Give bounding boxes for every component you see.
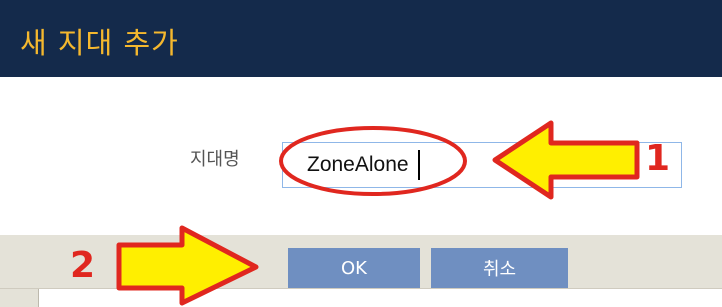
step-1-number: 1 — [645, 138, 671, 179]
cancel-button[interactable]: 취소 — [431, 248, 568, 288]
zone-name-label: 지대명 — [190, 149, 240, 170]
text-caret — [418, 150, 420, 180]
footer-panel — [38, 289, 722, 307]
dialog-titlebar: 새 지대 추가 — [0, 0, 722, 77]
step-2-number: 2 — [70, 245, 96, 286]
ok-button[interactable]: OK — [288, 248, 420, 288]
dialog-title: 새 지대 추가 — [20, 26, 179, 60]
zone-name-input[interactable] — [282, 142, 682, 188]
